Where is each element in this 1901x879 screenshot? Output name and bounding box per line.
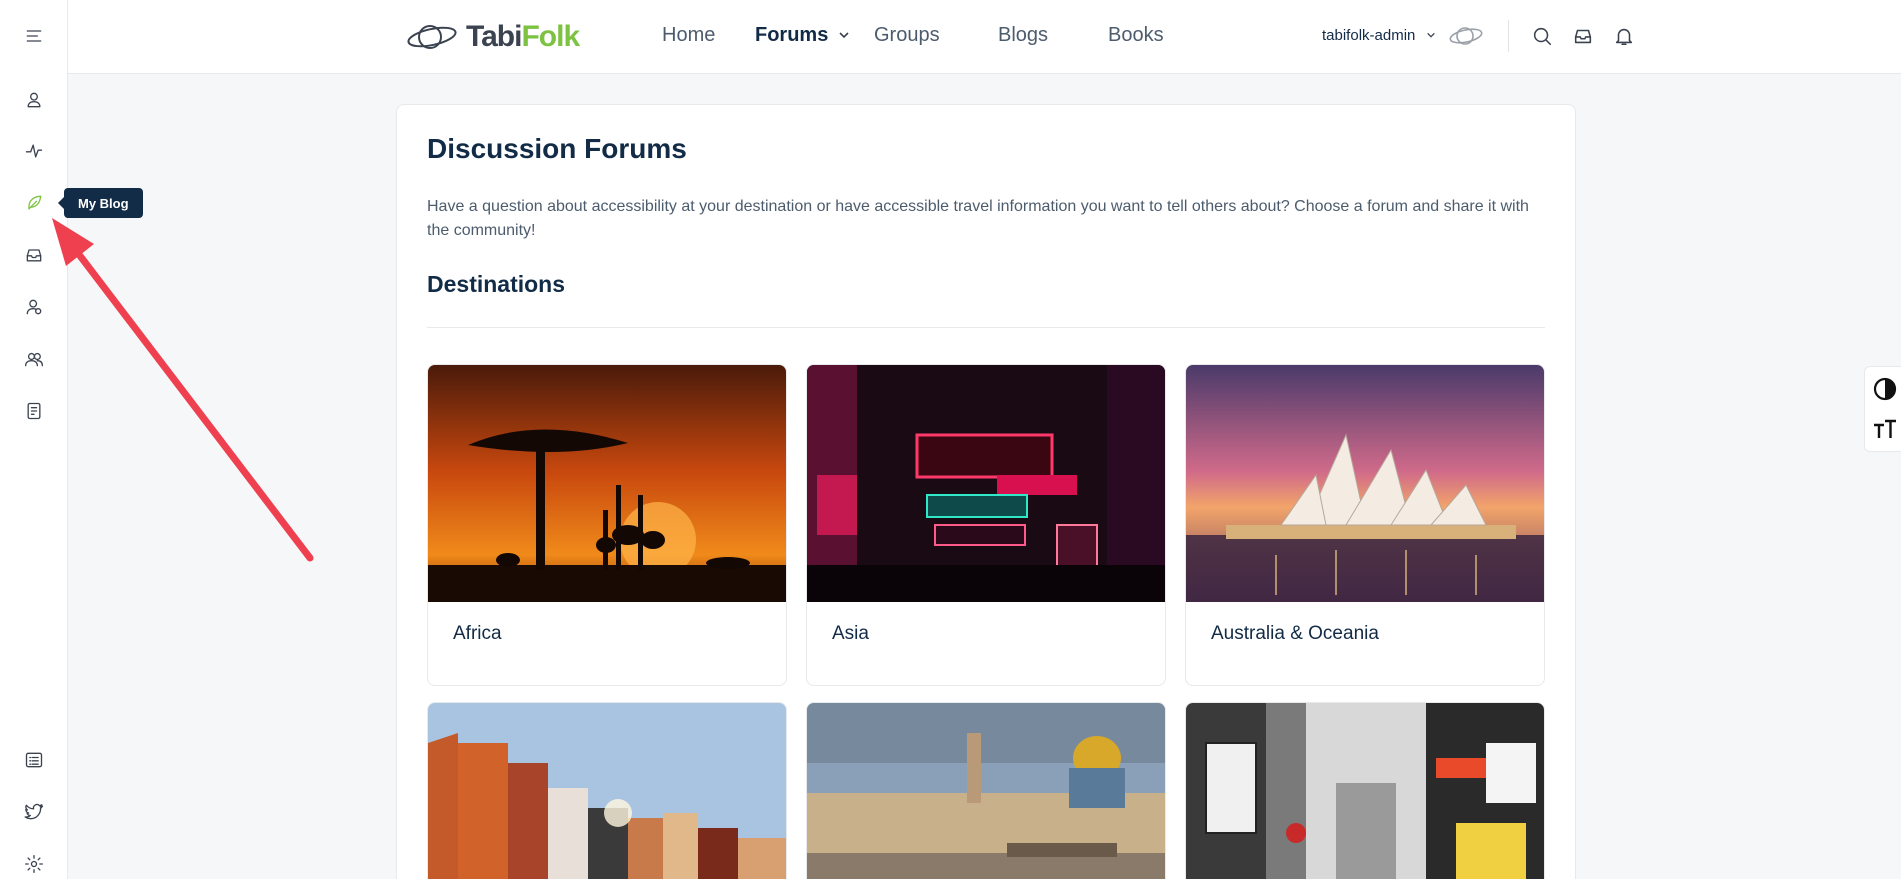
activity-button[interactable] bbox=[20, 137, 48, 165]
profile-button[interactable] bbox=[20, 86, 48, 114]
section-title: Destinations bbox=[427, 271, 566, 297]
forum-name-asia: Asia bbox=[832, 623, 869, 644]
jerusalem-image bbox=[807, 703, 1165, 879]
nav-forums-label: Forums bbox=[755, 24, 829, 46]
forum-image-europe bbox=[428, 703, 786, 879]
text-size-icon bbox=[1874, 419, 1896, 438]
nav-books[interactable]: Books bbox=[1108, 24, 1164, 47]
logo-text-part1: Tabi bbox=[466, 20, 522, 53]
avatar[interactable] bbox=[1448, 20, 1484, 52]
forum-name-africa: Africa bbox=[453, 623, 502, 644]
page-intro: Have a question about accessibility at y… bbox=[427, 198, 1529, 239]
twitter-icon bbox=[24, 803, 43, 820]
forum-name-australia-oceania: Australia & Oceania bbox=[1211, 623, 1379, 644]
sydney-opera-house-image bbox=[1186, 365, 1544, 602]
bell-icon bbox=[1615, 28, 1633, 46]
nav-groups[interactable]: Groups bbox=[874, 24, 940, 47]
forum-card-asia[interactable]: Asia bbox=[806, 364, 1166, 686]
notifications-button[interactable] bbox=[1613, 25, 1635, 47]
search-icon bbox=[1533, 27, 1552, 46]
user-menu[interactable]: tabifolk-admin bbox=[1322, 27, 1436, 44]
connections-icon bbox=[26, 299, 42, 315]
list-button[interactable] bbox=[20, 746, 48, 774]
twitter-button[interactable] bbox=[20, 798, 48, 826]
forum-card-africa[interactable]: Africa bbox=[427, 364, 787, 686]
nav-blogs[interactable]: Blogs bbox=[998, 24, 1048, 47]
forum-card-north-america[interactable] bbox=[1185, 702, 1545, 879]
forum-image-north-america bbox=[1186, 703, 1544, 879]
site-logo[interactable]: TabiFolk bbox=[406, 14, 580, 60]
logo-planet-icon bbox=[407, 25, 457, 49]
nav-forums[interactable]: Forums bbox=[755, 24, 850, 47]
amsterdam-houses-image bbox=[428, 703, 786, 879]
nav-home[interactable]: Home bbox=[662, 24, 715, 47]
connections-button[interactable] bbox=[20, 293, 48, 321]
inbox-icon bbox=[1574, 29, 1592, 44]
profile-icon bbox=[27, 92, 41, 108]
text-size-toggle[interactable] bbox=[1871, 415, 1899, 443]
forums-panel: Discussion Forums Have a question about … bbox=[396, 104, 1576, 879]
avatar-logo-icon bbox=[1449, 27, 1483, 45]
activity-icon bbox=[25, 144, 43, 158]
inbox-icon bbox=[26, 249, 42, 262]
asia-neon-street-image bbox=[807, 365, 1165, 602]
search-button[interactable] bbox=[1531, 25, 1553, 47]
messages-button[interactable] bbox=[1572, 25, 1594, 47]
menu-toggle-button[interactable] bbox=[20, 22, 48, 50]
settings-icon bbox=[25, 855, 43, 873]
blog-feather-icon bbox=[28, 195, 42, 210]
forum-image-africa bbox=[428, 365, 786, 602]
groups-button[interactable] bbox=[20, 345, 48, 373]
chevron-down-icon bbox=[1426, 32, 1435, 38]
times-square-image bbox=[1186, 703, 1544, 879]
left-icon-rail bbox=[0, 0, 68, 879]
accessibility-widget bbox=[1864, 366, 1901, 452]
user-name: tabifolk-admin bbox=[1322, 27, 1416, 44]
list-icon bbox=[25, 752, 43, 768]
contrast-toggle[interactable] bbox=[1871, 375, 1899, 403]
top-header: TabiFolk Home Forums Groups Blogs Books … bbox=[68, 0, 1901, 74]
inbox-button[interactable] bbox=[20, 241, 48, 269]
header-divider bbox=[1508, 20, 1509, 52]
forums-icon bbox=[27, 402, 41, 420]
logo-text-part2: Folk bbox=[521, 20, 580, 53]
contrast-icon bbox=[1873, 377, 1897, 401]
forum-image-australia bbox=[1186, 365, 1544, 602]
forum-card-middle-east[interactable] bbox=[806, 702, 1166, 879]
forum-image-middle-east bbox=[807, 703, 1165, 879]
settings-button[interactable] bbox=[20, 850, 48, 878]
menu-icon bbox=[26, 30, 42, 42]
forum-image-asia bbox=[807, 365, 1165, 602]
forum-card-australia-oceania[interactable]: Australia & Oceania bbox=[1185, 364, 1545, 686]
chevron-down-icon bbox=[839, 32, 849, 39]
forums-button[interactable] bbox=[20, 397, 48, 425]
my-blog-button[interactable] bbox=[20, 189, 48, 217]
my-blog-tooltip: My Blog bbox=[58, 188, 143, 218]
groups-icon bbox=[25, 352, 43, 367]
page-title: Discussion Forums bbox=[427, 133, 687, 164]
africa-sunset-image bbox=[428, 365, 786, 602]
forum-card-europe[interactable] bbox=[427, 702, 787, 879]
section-divider bbox=[427, 327, 1545, 328]
